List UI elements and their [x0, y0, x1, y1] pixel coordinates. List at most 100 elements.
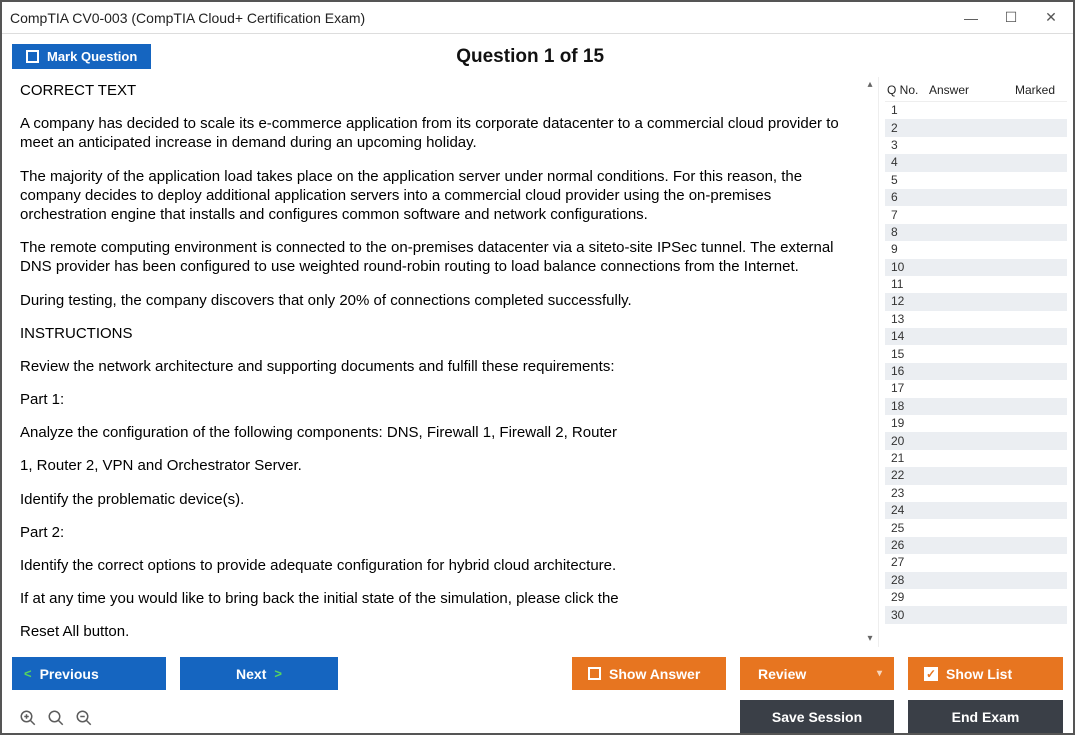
checkbox-icon [26, 50, 39, 63]
show-list-label: Show List [946, 666, 1012, 682]
titlebar: CompTIA CV0-003 (CompTIA Cloud+ Certific… [2, 2, 1073, 34]
scroll-up-icon[interactable]: ▴ [864, 79, 876, 91]
end-exam-button[interactable]: End Exam [908, 700, 1063, 733]
question-list-row[interactable]: 11 [885, 276, 1067, 293]
zoom-reset-icon[interactable] [18, 708, 38, 728]
question-list-row[interactable]: 29 [885, 589, 1067, 606]
question-list-row[interactable]: 7 [885, 206, 1067, 223]
question-number: 19 [891, 416, 927, 430]
question-number: 7 [891, 208, 927, 222]
question-number: 17 [891, 381, 927, 395]
question-list-row[interactable]: 21 [885, 450, 1067, 467]
question-list-row[interactable]: 15 [885, 345, 1067, 362]
question-number: 8 [891, 225, 927, 239]
question-list-row[interactable]: 5 [885, 172, 1067, 189]
close-icon[interactable]: ✕ [1043, 10, 1059, 26]
checkbox-checked-icon: ✓ [924, 667, 938, 681]
question-paragraph: The majority of the application load tak… [20, 167, 860, 225]
question-list-row[interactable]: 17 [885, 380, 1067, 397]
previous-button[interactable]: < Previous [12, 657, 166, 690]
question-number: 30 [891, 608, 927, 622]
question-paragraph: Review the network architecture and supp… [20, 357, 860, 376]
question-list-header: Q No. Answer Marked [885, 77, 1067, 101]
scroll-down-icon[interactable]: ▾ [864, 633, 876, 645]
question-list-row[interactable]: 10 [885, 259, 1067, 276]
question-list-row[interactable]: 3 [885, 137, 1067, 154]
zoom-in-icon[interactable] [46, 708, 66, 728]
question-list-row[interactable]: 22 [885, 467, 1067, 484]
question-list-row[interactable]: 4 [885, 154, 1067, 171]
question-paragraph: Identify the problematic device(s). [20, 490, 860, 509]
question-subheading: INSTRUCTIONS [20, 324, 860, 343]
question-list-row[interactable]: 1 [885, 102, 1067, 119]
review-button[interactable]: Review [740, 657, 894, 690]
window-title: CompTIA CV0-003 (CompTIA Cloud+ Certific… [10, 10, 365, 26]
question-number: 2 [891, 121, 927, 135]
end-exam-label: End Exam [952, 709, 1020, 725]
question-paragraph: If at any time you would like to bring b… [20, 589, 860, 608]
next-button[interactable]: Next > [180, 657, 338, 690]
question-number: 29 [891, 590, 927, 604]
question-list-row[interactable]: 16 [885, 363, 1067, 380]
question-list-row[interactable]: 18 [885, 398, 1067, 415]
question-list-row[interactable]: 6 [885, 189, 1067, 206]
question-list-row[interactable]: 25 [885, 519, 1067, 536]
question-text-pane[interactable]: ▴ CORRECT TEXT A company has decided to … [2, 77, 879, 647]
question-number: 27 [891, 555, 927, 569]
question-list-row[interactable]: 26 [885, 537, 1067, 554]
question-list-row[interactable]: 30 [885, 606, 1067, 623]
chevron-right-icon: > [274, 666, 282, 681]
question-number: 10 [891, 260, 927, 274]
question-list-row[interactable]: 20 [885, 432, 1067, 449]
question-number: 4 [891, 155, 927, 169]
question-counter: Question 1 of 15 [151, 46, 909, 68]
question-number: 23 [891, 486, 927, 500]
question-number: 6 [891, 190, 927, 204]
col-qno: Q No. [887, 83, 929, 97]
chevron-left-icon: < [24, 666, 32, 681]
question-list-row[interactable]: 19 [885, 415, 1067, 432]
header: Mark Question Question 1 of 15 [2, 34, 1073, 77]
maximize-icon[interactable]: ☐ [1003, 10, 1019, 26]
checkbox-icon [588, 667, 601, 680]
main: ▴ CORRECT TEXT A company has decided to … [2, 77, 1073, 647]
question-list-row[interactable]: 9 [885, 241, 1067, 258]
zoom-controls [12, 706, 100, 728]
question-number: 18 [891, 399, 927, 413]
question-paragraph: During testing, the company discovers th… [20, 291, 860, 310]
question-number: 5 [891, 173, 927, 187]
question-number: 12 [891, 294, 927, 308]
question-paragraph: 1, Router 2, VPN and Orchestrator Server… [20, 456, 860, 475]
previous-label: Previous [40, 666, 99, 682]
question-list-row[interactable]: 24 [885, 502, 1067, 519]
question-list[interactable]: 1234567891011121314151617181920212223242… [885, 101, 1067, 647]
next-label: Next [236, 666, 266, 682]
question-paragraph: Reset All button. [20, 622, 860, 641]
mark-question-label: Mark Question [47, 49, 137, 64]
question-number: 28 [891, 573, 927, 587]
minimize-icon[interactable]: — [963, 10, 979, 26]
question-list-row[interactable]: 28 [885, 572, 1067, 589]
col-answer: Answer [929, 83, 1015, 97]
question-number: 26 [891, 538, 927, 552]
question-list-row[interactable]: 12 [885, 293, 1067, 310]
question-heading: CORRECT TEXT [20, 81, 860, 100]
question-number: 11 [891, 277, 927, 291]
question-list-row[interactable]: 13 [885, 311, 1067, 328]
show-list-button[interactable]: ✓ Show List [908, 657, 1063, 690]
zoom-out-icon[interactable] [74, 708, 94, 728]
save-session-label: Save Session [772, 709, 862, 725]
show-answer-label: Show Answer [609, 666, 700, 682]
save-session-button[interactable]: Save Session [740, 700, 894, 733]
footer-row-2: Save Session End Exam [12, 700, 1063, 733]
question-paragraph: The remote computing environment is conn… [20, 238, 860, 276]
mark-question-button[interactable]: Mark Question [12, 44, 151, 69]
footer: < Previous Next > Show Answer Review ✓ S… [2, 647, 1073, 739]
show-answer-button[interactable]: Show Answer [572, 657, 726, 690]
question-list-row[interactable]: 27 [885, 554, 1067, 571]
window-controls: — ☐ ✕ [963, 10, 1065, 26]
question-list-row[interactable]: 23 [885, 485, 1067, 502]
question-list-row[interactable]: 2 [885, 119, 1067, 136]
question-list-row[interactable]: 14 [885, 328, 1067, 345]
question-list-row[interactable]: 8 [885, 224, 1067, 241]
